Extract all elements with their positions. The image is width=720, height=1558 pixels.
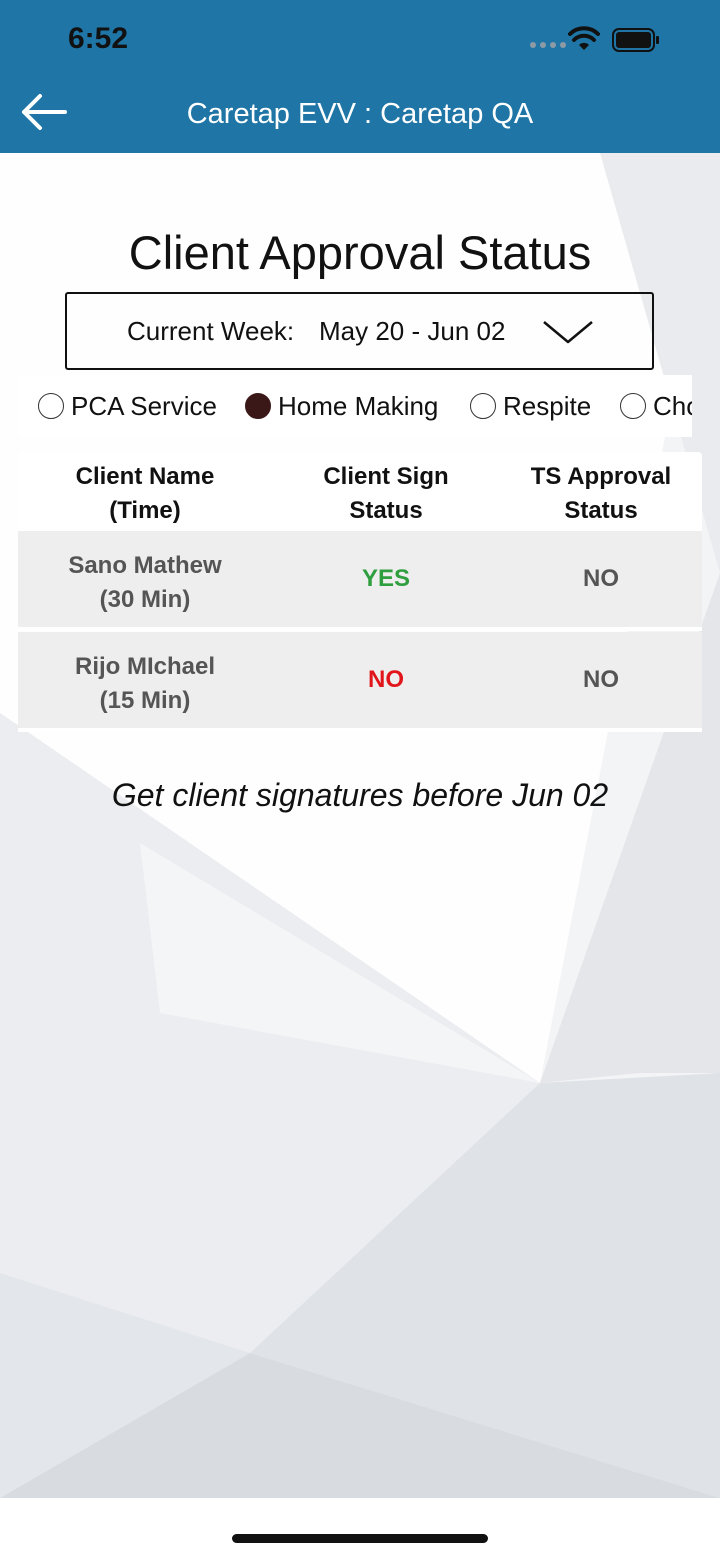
- app-header: 6:52 Caretap EVV : Caretap QA: [0, 0, 720, 153]
- header-line: Status: [564, 497, 638, 524]
- week-value: May 20 - Jun 02: [319, 316, 506, 346]
- header-line: TS Approval: [530, 463, 672, 490]
- header-line: (Time): [109, 497, 181, 524]
- radio-chore[interactable]: Cho: [620, 375, 692, 437]
- battery-icon: [612, 28, 659, 52]
- column-header-client-name: Client Name (Time): [18, 460, 272, 528]
- main-content: Client Approval Status Current Week: May…: [0, 153, 720, 1498]
- header-line: Status: [349, 497, 423, 524]
- week-label: Current Week:: [127, 316, 295, 346]
- chevron-down-icon: [543, 321, 593, 344]
- column-header-client-sign-status: Client Sign Status: [272, 460, 500, 528]
- ts-approval-status: NO: [583, 666, 619, 693]
- radio-pca-service[interactable]: PCA Service: [38, 375, 217, 437]
- radio-label: Cho: [653, 390, 692, 421]
- ts-approval-status: NO: [583, 565, 619, 592]
- radio-label: Respite: [503, 390, 592, 421]
- nav-title: Caretap EVV : Caretap QA: [186, 98, 534, 130]
- table-header: Client Name (Time) Client Sign Status TS…: [18, 452, 702, 531]
- radio-unchecked-icon: [470, 393, 496, 419]
- header-line: Client Name: [75, 463, 215, 490]
- status-bar: 6:52: [0, 0, 720, 80]
- client-time: (15 Min): [99, 687, 191, 714]
- status-icons: [512, 26, 682, 56]
- table-row[interactable]: Sano Mathew (30 Min) YES NO: [18, 531, 702, 631]
- radio-home-making[interactable]: Home Making: [245, 375, 438, 437]
- radio-label: Home Making: [278, 390, 439, 421]
- week-dropdown[interactable]: Current Week: May 20 - Jun 02: [65, 292, 654, 370]
- client-name-cell: Sano Mathew (30 Min): [18, 549, 272, 617]
- signature-deadline-note: Get client signatures before Jun 02: [111, 777, 609, 813]
- signal-dots-icon: [530, 42, 566, 48]
- client-time: (30 Min): [99, 586, 191, 613]
- client-name: Rijo MIchael: [74, 653, 216, 680]
- service-type-radio-group: PCA Service Home Making Respite Cho: [18, 375, 692, 437]
- client-sign-status: NO: [368, 666, 404, 693]
- home-indicator[interactable]: [232, 1534, 488, 1543]
- client-sign-status: YES: [361, 565, 411, 592]
- radio-unchecked-icon: [38, 393, 64, 419]
- radio-respite[interactable]: Respite: [470, 375, 591, 437]
- radio-label: PCA Service: [71, 390, 217, 421]
- client-name-cell: Rijo MIchael (15 Min): [18, 650, 272, 718]
- radio-checked-icon: [245, 393, 271, 419]
- column-header-ts-approval-status: TS Approval Status: [500, 460, 702, 528]
- wifi-icon: [568, 26, 600, 50]
- home-indicator-area: [0, 1498, 720, 1558]
- page-title: Client Approval Status: [128, 226, 592, 279]
- radio-unchecked-icon: [620, 393, 646, 419]
- approval-table: Client Name (Time) Client Sign Status TS…: [18, 452, 702, 732]
- client-name: Sano Mathew: [68, 552, 222, 579]
- header-line: Client Sign: [323, 463, 449, 490]
- table-row[interactable]: Rijo MIchael (15 Min) NO NO: [18, 632, 702, 732]
- status-time: 6:52: [68, 22, 129, 55]
- nav-bar: Caretap EVV : Caretap QA: [0, 80, 720, 153]
